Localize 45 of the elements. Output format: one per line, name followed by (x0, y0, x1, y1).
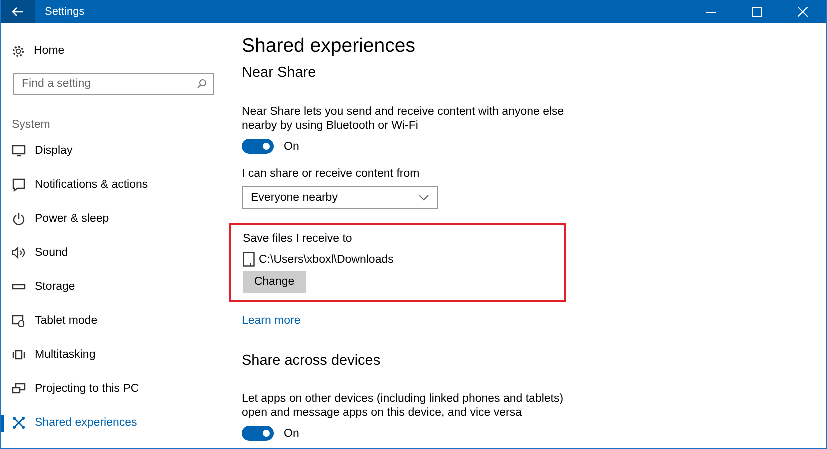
power-icon (12, 212, 26, 226)
sidebar-item[interactable]: Projecting to this PC (1, 372, 230, 406)
sidebar-item[interactable]: Power & sleep (1, 202, 230, 236)
speaker-icon (12, 246, 26, 260)
sidebar-item[interactable]: Sound (1, 236, 230, 270)
multitasking-icon (12, 348, 26, 362)
close-icon (798, 6, 808, 16)
selection-indicator (1, 415, 4, 432)
toggle-switch[interactable] (242, 139, 274, 154)
toggle-state-label: On (284, 428, 300, 440)
section-heading: Near Share (242, 64, 318, 83)
field-label: Save files I receive to (243, 233, 354, 245)
page-title: Shared experiences (242, 35, 416, 59)
sidebar-item[interactable]: Multitasking (1, 338, 230, 372)
toggle-state-label: On (284, 140, 300, 152)
speech-bubble-icon (12, 178, 26, 192)
search-field[interactable]: Find a setting (13, 73, 214, 95)
sidebar-item[interactable]: Notifications & actions (1, 168, 230, 202)
sidebar-item[interactable]: Storage (1, 270, 230, 304)
gear-icon (12, 44, 25, 58)
sidebar-item[interactable]: Display (1, 134, 230, 168)
dropdown-label: I can share or receive content from (242, 168, 421, 180)
tablet-icon (12, 314, 26, 328)
sidebar-item[interactable]: Tablet mode (1, 304, 230, 338)
maximize-icon (752, 6, 762, 16)
window-title: Settings (45, 6, 86, 18)
back-arrow-icon (12, 6, 24, 16)
toggle-switch[interactable] (242, 426, 274, 441)
drive-icon (243, 252, 255, 267)
search-icon (197, 79, 207, 89)
description-text: Near Share lets you send and receive content with anyone else nearby by using Bluetooth or Wi-Fi (242, 105, 566, 133)
sidebar-item[interactable]: Shared experiences (1, 406, 230, 440)
back-button[interactable] (1, 0, 35, 23)
shared-icon (12, 416, 26, 430)
folder-path: C:\Users\xboxl\Downloads (259, 254, 394, 266)
section-heading: Share across devices (242, 352, 382, 371)
monitor-icon (12, 144, 26, 158)
home-link[interactable]: Home (1, 39, 230, 63)
section-heading: System (12, 119, 52, 131)
change-button[interactable]: Change (243, 271, 306, 293)
chevron-down-icon (419, 194, 429, 200)
projector-icon (12, 382, 26, 396)
learn-more-link[interactable]: Learn more (242, 315, 301, 327)
dropdown[interactable]: Everyone nearby (242, 186, 438, 209)
description-text: Let apps on other devices (including linked phones and tablets) open and message apps on this device, and vice versa (242, 392, 565, 420)
